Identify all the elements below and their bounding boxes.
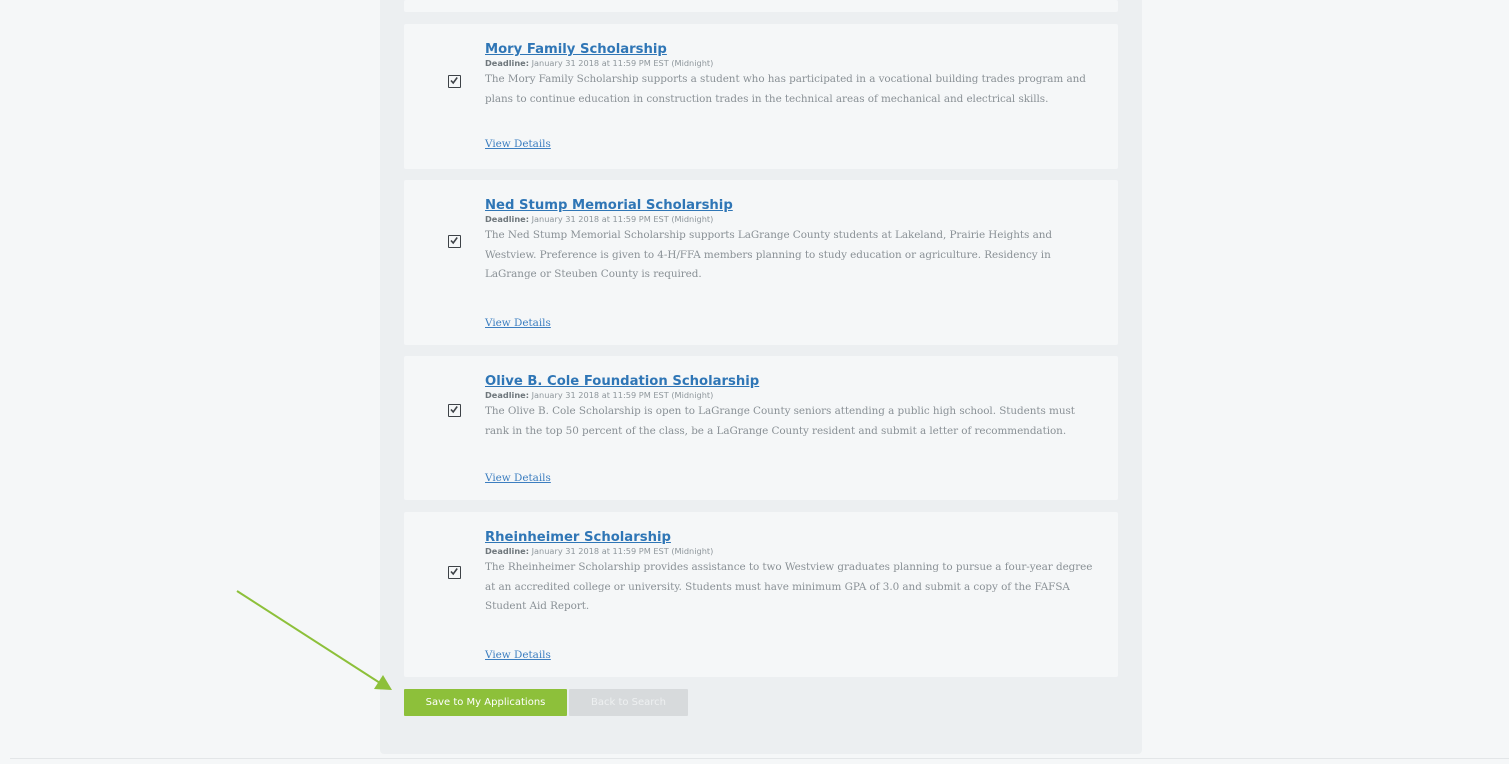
scholarship-title-link[interactable]: Mory Family Scholarship	[485, 41, 1095, 58]
scholarship-description: The Olive B. Cole Scholarship is open to…	[485, 405, 1075, 437]
deadline-label: Deadline:	[485, 546, 530, 556]
scholarship-card: Rheinheimer Scholarship Deadline: Januar…	[404, 512, 1118, 677]
deadline-line: Deadline: January 31 2018 at 11:59 PM ES…	[485, 214, 1095, 225]
scholarship-card: Olive B. Cole Foundation Scholarship Dea…	[404, 356, 1118, 500]
view-details-link[interactable]: View Details	[485, 317, 551, 329]
checkmark-icon	[450, 406, 458, 414]
select-checkbox[interactable]	[448, 235, 461, 248]
deadline-label: Deadline:	[485, 214, 530, 224]
scholarship-card: Ned Stump Memorial Scholarship Deadline:…	[404, 180, 1118, 345]
view-details-link[interactable]: View Details	[485, 649, 551, 661]
scholarship-title-link[interactable]: Ned Stump Memorial Scholarship	[485, 197, 1095, 214]
view-details-link[interactable]: View Details	[485, 472, 551, 484]
checkmark-icon	[450, 77, 458, 85]
view-details-link[interactable]: View Details	[485, 138, 551, 150]
checkmark-icon	[450, 568, 458, 576]
deadline-value: January 31 2018 at 11:59 PM EST (Midnigh…	[531, 214, 714, 224]
scholarship-title-link[interactable]: Olive B. Cole Foundation Scholarship	[485, 373, 1095, 390]
select-checkbox[interactable]	[448, 404, 461, 417]
scholarship-info: Ned Stump Memorial Scholarship Deadline:…	[485, 197, 1095, 285]
save-to-my-applications-button[interactable]: Save to My Applications	[404, 689, 567, 716]
previous-card-edge	[404, 0, 1118, 12]
scholarship-info: Rheinheimer Scholarship Deadline: Januar…	[485, 529, 1095, 617]
deadline-line: Deadline: January 31 2018 at 11:59 PM ES…	[485, 390, 1095, 401]
scholarship-info: Mory Family Scholarship Deadline: Januar…	[485, 41, 1095, 109]
scholarship-title-link[interactable]: Rheinheimer Scholarship	[485, 529, 1095, 546]
scholarship-results-panel: Mory Family Scholarship Deadline: Januar…	[380, 0, 1142, 754]
deadline-label: Deadline:	[485, 58, 530, 68]
back-to-search-button[interactable]: Back to Search	[569, 689, 688, 716]
scholarship-description: The Ned Stump Memorial Scholarship suppo…	[485, 229, 1052, 280]
deadline-value: January 31 2018 at 11:59 PM EST (Midnigh…	[531, 390, 714, 400]
deadline-line: Deadline: January 31 2018 at 11:59 PM ES…	[485, 58, 1095, 69]
scholarship-info: Olive B. Cole Foundation Scholarship Dea…	[485, 373, 1095, 441]
checkmark-icon	[450, 237, 458, 245]
select-checkbox[interactable]	[448, 566, 461, 579]
deadline-value: January 31 2018 at 11:59 PM EST (Midnigh…	[531, 58, 714, 68]
scholarship-description: The Rheinheimer Scholarship provides ass…	[485, 561, 1093, 612]
scholarship-description: The Mory Family Scholarship supports a s…	[485, 73, 1086, 105]
deadline-line: Deadline: January 31 2018 at 11:59 PM ES…	[485, 546, 1095, 557]
scholarship-card: Mory Family Scholarship Deadline: Januar…	[404, 24, 1118, 169]
select-checkbox[interactable]	[448, 75, 461, 88]
deadline-value: January 31 2018 at 11:59 PM EST (Midnigh…	[531, 546, 714, 556]
deadline-label: Deadline:	[485, 390, 530, 400]
